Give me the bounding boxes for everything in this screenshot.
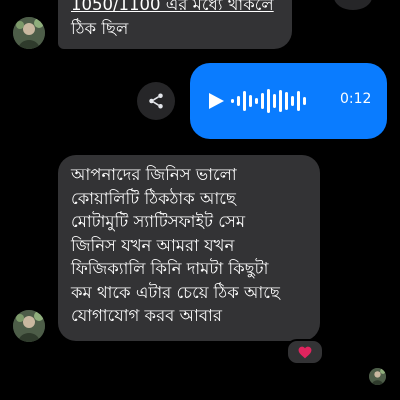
sender-avatar[interactable] [13,310,45,342]
heart-icon [298,346,312,358]
share-button[interactable] [137,82,175,120]
message-bubble-feedback[interactable]: আপনাদের জিনিস ভালো কোয়ালিটি ঠিকঠাক আছে … [58,155,320,341]
sender-avatar[interactable] [13,17,45,49]
message-text-line: ফিজিক্যালি কিনি দামটা কিছুটা [71,259,269,278]
message-text-line: যোগাযোগ করব আবার [71,306,222,325]
message-text-line: 1050/1100 এর মধ্যে থাকলে [71,0,274,14]
message-text-line: জিনিস যখন আমরা যখন [71,235,235,255]
message-text-line: কম থাকে এটার চেয়ে ঠিক আছে [71,282,280,302]
top-action-button[interactable] [334,0,372,10]
voice-message-bubble[interactable]: 0:12 [190,63,387,139]
heart-reaction[interactable] [286,339,324,365]
message-text-line: কোয়ালিটি ঠিকঠাক আছে [71,188,236,208]
share-icon [149,93,163,109]
message-text-line: ঠিক ছিল [71,18,129,38]
waveform-icon [231,89,306,113]
seen-avatar [369,368,386,385]
message-text-line: মোটামুটি স্যাটিসফাইট সেম [71,212,246,231]
message-bubble-price[interactable]: 1050/1100 এর মধ্যে থাকলে ঠিক ছিল [58,0,292,49]
voice-duration: 0:12 [340,91,372,107]
play-icon[interactable] [207,92,225,110]
message-text-line: আপনাদের জিনিস ভালো [71,165,237,184]
